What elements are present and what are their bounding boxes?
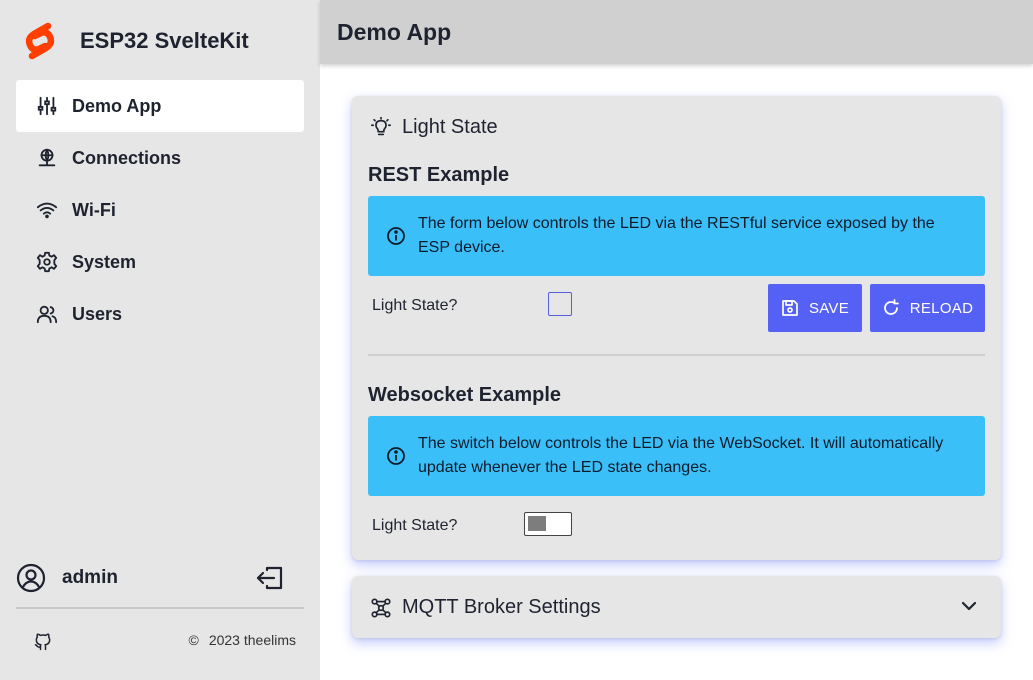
websocket-section-title: Websocket Example bbox=[368, 384, 562, 406]
info-icon bbox=[387, 227, 405, 245]
mqtt-card[interactable]: MQTT Broker Settings bbox=[352, 576, 1001, 638]
sidebar-footer: © 2023 theelims bbox=[16, 624, 304, 658]
reload-button[interactable]: RELOAD bbox=[870, 284, 985, 332]
card-header: Light State bbox=[370, 116, 498, 139]
light-state-checkbox[interactable] bbox=[548, 292, 572, 316]
toggle-knob bbox=[528, 516, 546, 531]
websocket-info-alert: The switch below controls the LED via th… bbox=[368, 416, 985, 496]
sidebar-divider bbox=[16, 607, 304, 609]
lightbulb-icon bbox=[371, 116, 391, 135]
rest-info-alert: The form below controls the LED via the … bbox=[368, 196, 985, 276]
sidebar-item-label: Users bbox=[72, 303, 123, 324]
save-label: SAVE bbox=[808, 299, 850, 317]
rest-info-text: The form below controls the LED via the … bbox=[418, 215, 935, 256]
chevron-down-icon[interactable] bbox=[959, 596, 979, 616]
svelte-logo bbox=[25, 22, 55, 60]
wifi-icon bbox=[36, 202, 58, 219]
sliders-icon bbox=[37, 96, 57, 116]
rest-light-state-label: Light State? bbox=[372, 297, 458, 314]
sidebar-item-label: Connections bbox=[72, 147, 182, 168]
user-circle-icon bbox=[16, 563, 46, 593]
light-state-toggle[interactable] bbox=[524, 512, 572, 536]
sidebar: ESP32 SvelteKit Demo App Connections Wi-… bbox=[0, 0, 320, 680]
light-state-card: Light State REST Example The form below … bbox=[352, 96, 1001, 560]
rest-section-title: REST Example bbox=[368, 164, 510, 186]
gear-icon bbox=[36, 251, 58, 273]
sidebar-item-users[interactable]: Users bbox=[16, 288, 304, 340]
copyright: © 2023 theelims bbox=[189, 632, 297, 648]
avatar bbox=[16, 563, 46, 593]
top-bar: Demo App bbox=[320, 0, 1033, 64]
save-icon bbox=[782, 300, 798, 316]
github-icon[interactable] bbox=[33, 631, 53, 651]
sidebar-nav: Demo App Connections Wi-Fi System Users bbox=[16, 80, 304, 340]
network-icon bbox=[38, 148, 56, 167]
card-title: MQTT Broker Settings bbox=[402, 596, 601, 618]
mqtt-hub-icon bbox=[371, 597, 391, 618]
app-title: ESP32 SvelteKit bbox=[80, 28, 249, 53]
sidebar-item-label: Demo App bbox=[72, 95, 162, 116]
save-button[interactable]: SAVE bbox=[768, 284, 862, 332]
card-header: MQTT Broker Settings bbox=[370, 596, 601, 619]
sidebar-item-label: System bbox=[72, 251, 137, 272]
sidebar-item-demo-app[interactable]: Demo App bbox=[16, 80, 304, 132]
websocket-info-text: The switch below controls the LED via th… bbox=[418, 435, 944, 476]
copyright-text: 2023 theelims bbox=[208, 632, 296, 648]
brand[interactable]: ESP32 SvelteKit bbox=[18, 18, 249, 64]
page-title: Demo App bbox=[337, 19, 452, 45]
user-name: admin bbox=[62, 567, 118, 588]
reload-label: RELOAD bbox=[909, 299, 974, 317]
section-divider bbox=[368, 354, 985, 356]
reload-icon bbox=[883, 299, 899, 315]
sidebar-item-system[interactable]: System bbox=[16, 236, 304, 288]
websocket-light-state-label: Light State? bbox=[372, 517, 458, 534]
info-icon bbox=[387, 447, 405, 465]
user-row: admin bbox=[16, 556, 304, 600]
card-title: Light State bbox=[402, 116, 498, 138]
copyright-icon: © bbox=[188, 632, 199, 648]
sidebar-item-connections[interactable]: Connections bbox=[16, 132, 304, 184]
logout-icon[interactable] bbox=[254, 562, 286, 594]
sidebar-item-label: Wi-Fi bbox=[72, 199, 116, 220]
sidebar-item-wifi[interactable]: Wi-Fi bbox=[16, 184, 304, 236]
users-icon bbox=[36, 305, 58, 324]
